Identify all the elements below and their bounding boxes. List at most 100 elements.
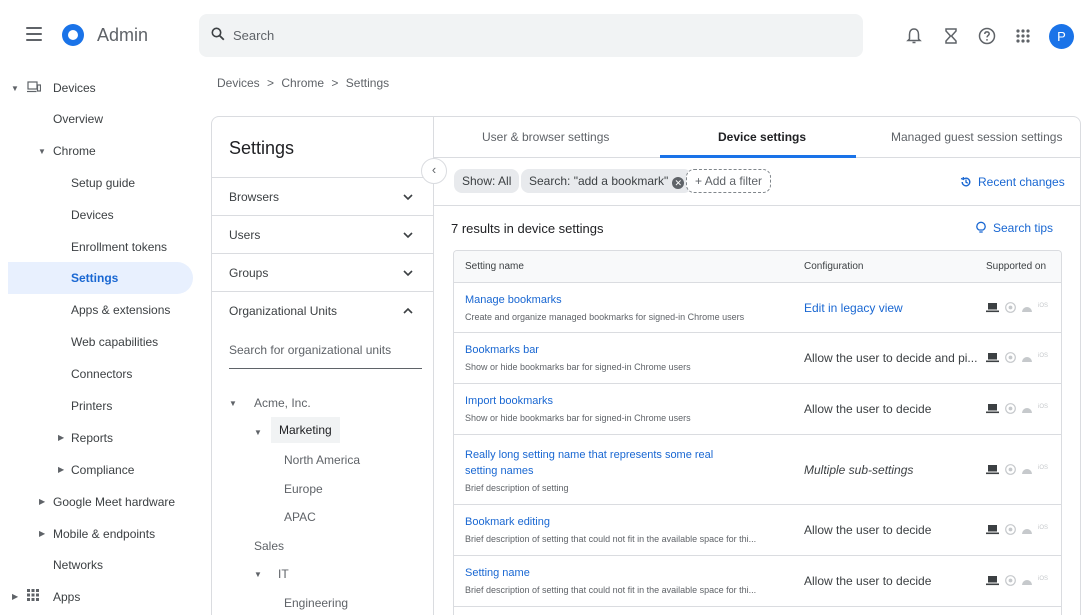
configuration-value[interactable]: Allow the user to decide xyxy=(804,523,931,537)
setting-name-link[interactable]: Import bookmarks xyxy=(465,393,745,409)
breadcrumb-settings: Settings xyxy=(345,76,390,90)
table-row[interactable]: Import bookmarks Show or hide bookmarks … xyxy=(454,384,1061,435)
recent-changes-link[interactable]: Recent changes xyxy=(960,175,1065,189)
nav-item-web-capabilities[interactable]: Web capabilities xyxy=(71,326,158,358)
section-groups[interactable]: Groups xyxy=(212,253,434,291)
chrome-icon xyxy=(1005,575,1016,586)
table-row[interactable]: Bookmark editing Brief description of se… xyxy=(454,505,1061,556)
ou-item-europe[interactable]: Europe xyxy=(284,482,323,496)
setting-name-link[interactable]: Bookmark editing xyxy=(465,514,745,530)
caret-down-icon[interactable]: ▼ xyxy=(11,84,19,93)
nav-item-reports[interactable]: Reports xyxy=(71,422,113,454)
nav-item-chrome-devices[interactable]: Devices xyxy=(71,199,114,231)
search-bar[interactable] xyxy=(199,14,863,57)
add-filter-button[interactable]: + Add a filter xyxy=(686,169,772,193)
setting-name-link[interactable]: Setting name xyxy=(465,565,745,581)
caret-down-icon[interactable]: ▼ xyxy=(254,428,262,437)
section-users[interactable]: Users xyxy=(212,215,434,253)
ios-icon: iOS xyxy=(1038,576,1049,582)
chrome-icon xyxy=(1005,302,1016,313)
caret-right-icon[interactable]: ▶ xyxy=(58,465,64,474)
caret-down-icon[interactable]: ▼ xyxy=(229,399,237,408)
configuration-value[interactable]: Edit in legacy view xyxy=(804,301,903,315)
ou-search-field[interactable] xyxy=(229,343,422,369)
apps-grid-icon[interactable] xyxy=(1013,26,1033,46)
caret-down-icon[interactable]: ▼ xyxy=(254,570,262,579)
supported-platforms: iOS xyxy=(986,464,1050,476)
results-count: 7 results in device settings xyxy=(451,221,604,236)
setting-name-link[interactable]: Really long setting name that represents… xyxy=(465,447,735,479)
nav-item-apps-extensions[interactable]: Apps & extensions xyxy=(71,294,170,326)
ou-item-engineering[interactable]: Engineering xyxy=(284,596,348,610)
nav-item-connectors[interactable]: Connectors xyxy=(71,358,132,390)
tab-device-settings[interactable]: Device settings xyxy=(718,130,806,144)
setting-name-link[interactable]: Manage bookmarks xyxy=(465,292,745,308)
collapse-pane-button[interactable]: ‹ xyxy=(421,158,447,184)
admin-logo-icon xyxy=(62,24,84,46)
ou-item-marketing[interactable]: Marketing xyxy=(271,417,340,443)
nav-item-chrome[interactable]: Chrome xyxy=(53,135,96,167)
ou-item-acme[interactable]: Acme, Inc. xyxy=(254,396,311,410)
nav-item-setup-guide[interactable]: Setup guide xyxy=(71,167,135,199)
caret-right-icon[interactable]: ▶ xyxy=(58,433,64,442)
section-browsers[interactable]: Browsers xyxy=(212,177,434,215)
supported-platforms: iOS xyxy=(986,524,1050,536)
bell-icon[interactable] xyxy=(904,26,924,46)
nav-item-overview[interactable]: Overview xyxy=(53,103,103,135)
ou-item-north-america[interactable]: North America xyxy=(284,453,360,467)
configuration-value[interactable]: Allow the user to decide xyxy=(804,402,931,416)
configuration-value[interactable]: Allow the user to decide xyxy=(804,574,931,588)
setting-name-link[interactable]: Bookmarks bar xyxy=(465,342,745,358)
column-header-setting-name[interactable]: Setting name xyxy=(465,251,524,283)
search-input[interactable] xyxy=(233,14,833,57)
settings-panel: Settings Browsers Users Groups Organizat… xyxy=(211,116,1081,615)
chevron-down-icon xyxy=(403,270,413,277)
nav-item-settings[interactable]: Settings xyxy=(8,262,193,294)
chevron-down-icon xyxy=(403,194,413,201)
filter-chip-show-all[interactable]: Show: All xyxy=(454,169,520,193)
app-title: Admin xyxy=(97,25,149,45)
hourglass-icon[interactable] xyxy=(941,26,961,46)
ou-item-it[interactable]: IT xyxy=(278,567,289,581)
configuration-value[interactable]: Allow the user to decide and pi... xyxy=(804,351,977,365)
chrome-icon xyxy=(1005,464,1016,475)
caret-down-icon[interactable]: ▼ xyxy=(38,147,46,156)
ou-search-input[interactable] xyxy=(229,343,422,357)
caret-right-icon[interactable]: ▶ xyxy=(39,529,45,538)
nav-item-mobile-endpoints[interactable]: Mobile & endpoints xyxy=(53,518,155,550)
breadcrumb-devices[interactable]: Devices xyxy=(217,76,260,90)
page-title: Settings xyxy=(229,138,295,158)
ou-item-sales[interactable]: Sales xyxy=(254,539,284,553)
column-header-supported-on[interactable]: Supported on xyxy=(986,251,1046,283)
active-tab-indicator xyxy=(660,155,856,158)
nav-item-enrollment-tokens[interactable]: Enrollment tokens xyxy=(71,231,167,263)
avatar[interactable]: P xyxy=(1049,24,1074,49)
nav-item-google-meet-hardware[interactable]: Google Meet hardware xyxy=(53,486,175,518)
nav-item-printers[interactable]: Printers xyxy=(71,390,112,422)
nav-item-apps[interactable]: Apps xyxy=(53,581,80,613)
table-row[interactable]: Setting name Brief description of settin… xyxy=(454,556,1061,607)
settings-tabs: User & browser settings Device settings … xyxy=(434,117,1081,158)
breadcrumb-chrome[interactable]: Chrome xyxy=(281,76,324,90)
close-icon[interactable]: ✕ xyxy=(672,177,685,189)
table-row[interactable]: Bookmarks bar Show or hide bookmarks bar… xyxy=(454,333,1061,384)
nav-item-networks[interactable]: Networks xyxy=(53,549,103,581)
nav-item-compliance[interactable]: Compliance xyxy=(71,454,134,486)
search-tips-link[interactable]: Search tips xyxy=(975,221,1053,235)
table-row[interactable]: Manage bookmarks Create and organize man… xyxy=(454,283,1061,333)
caret-right-icon[interactable]: ▶ xyxy=(12,592,18,601)
tab-user-browser-settings[interactable]: User & browser settings xyxy=(482,130,609,144)
help-icon[interactable] xyxy=(977,26,997,46)
ou-item-apac[interactable]: APAC xyxy=(284,510,316,524)
configuration-value[interactable]: Multiple sub-settings xyxy=(804,463,913,477)
hamburger-menu-icon[interactable] xyxy=(26,27,42,41)
chrome-icon xyxy=(1005,352,1016,363)
nav-item-devices[interactable]: Devices xyxy=(53,72,96,104)
table-row[interactable]: Really long setting name that represents… xyxy=(454,435,1061,505)
filter-chip-search[interactable]: Search: "add a bookmark" ✕ xyxy=(521,169,693,193)
caret-right-icon[interactable]: ▶ xyxy=(39,497,45,506)
section-organizational-units[interactable]: Organizational Units xyxy=(212,291,434,329)
column-header-configuration[interactable]: Configuration xyxy=(804,251,863,283)
tab-managed-guest-session-settings[interactable]: Managed guest session settings xyxy=(891,130,1062,144)
setting-description: Show or hide bookmarks bar for signed-in… xyxy=(465,362,691,372)
